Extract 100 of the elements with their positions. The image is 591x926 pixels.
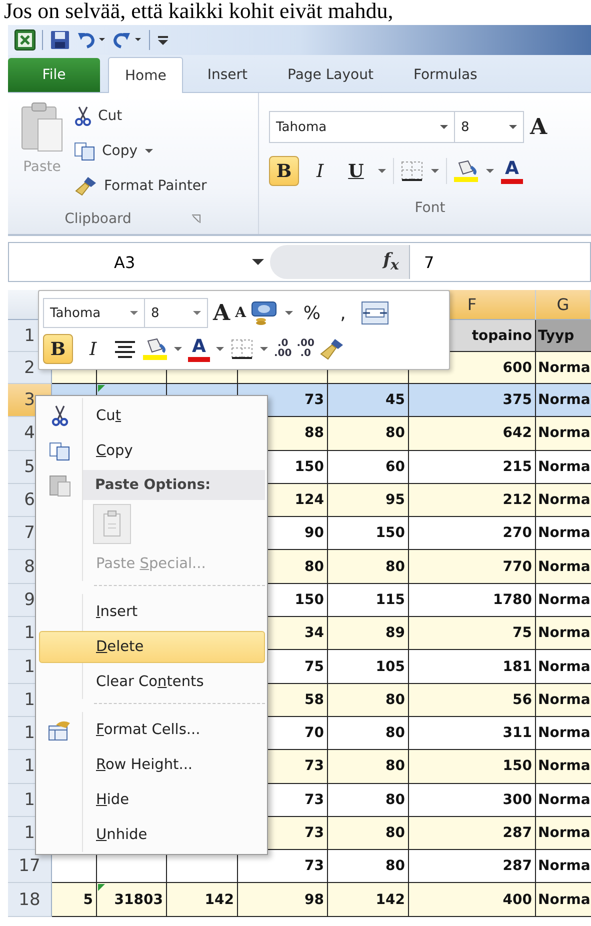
redo-icon[interactable]	[113, 30, 143, 50]
table-cell: 98	[238, 883, 328, 917]
row-header[interactable]: 18	[8, 883, 52, 917]
borders-icon[interactable]	[400, 160, 424, 182]
clipboard-icon	[48, 473, 72, 497]
caret-icon	[440, 124, 448, 130]
table-cell: 80	[328, 550, 409, 584]
ribbon-tab[interactable]: Insert	[191, 58, 264, 92]
font-size-field[interactable]: 8	[144, 298, 208, 328]
decrease-decimal-button[interactable]: .00 .0	[296, 339, 314, 359]
table-cell: 5	[52, 883, 97, 917]
table-cell: Norma	[536, 750, 591, 784]
table-cell: 80	[328, 684, 409, 717]
caret-icon	[509, 124, 517, 130]
table-cell: 80	[328, 417, 409, 451]
column-header[interactable]: G	[536, 290, 591, 320]
bold-button[interactable]: B	[269, 156, 299, 186]
copy-icon	[49, 440, 71, 460]
name-box[interactable]: A3	[9, 252, 270, 272]
format-painter-icon[interactable]	[319, 337, 346, 361]
menu-heading: Paste Options:	[83, 470, 265, 500]
ribbon-tab[interactable]: Page Layout	[272, 58, 390, 92]
table-cell: 73	[238, 850, 328, 884]
table-cell: 115	[328, 584, 409, 618]
caret-icon	[130, 310, 138, 316]
caption-text: Jos on selvää, että kaikki kohit eivät mahdu,	[3, 0, 394, 25]
table-cell: 311	[409, 716, 536, 750]
align-center-icon[interactable]	[113, 339, 137, 359]
font-color-button[interactable]: A	[188, 336, 210, 362]
table-cell: 75	[409, 617, 536, 650]
copy-icon	[74, 141, 96, 161]
bold-button[interactable]: B	[43, 334, 73, 364]
table-cell: 89	[328, 617, 409, 650]
font-size-field[interactable]: 8	[454, 111, 524, 143]
ribbon-tab[interactable]: Home	[108, 57, 184, 93]
clipboard-icon	[102, 510, 122, 538]
menu-item[interactable]: Delete	[39, 630, 265, 662]
table-cell: Norma	[536, 417, 591, 451]
table-cell: Norma	[536, 450, 591, 484]
table-cell: Norma	[536, 484, 591, 518]
percent-button[interactable]: %	[298, 302, 325, 324]
table-cell: 80	[328, 816, 409, 850]
undo-icon[interactable]	[77, 30, 107, 50]
table-cell: 45	[328, 384, 409, 418]
dialog-launcher-icon[interactable]	[191, 214, 202, 224]
table-cell: 287	[409, 816, 536, 850]
underline-button[interactable]: U	[341, 156, 371, 186]
font-color-button[interactable]: A	[501, 158, 523, 184]
insert-function-button[interactable]: f$_{x}$	[383, 250, 399, 274]
font-name-field[interactable]: Tahoma	[43, 298, 145, 328]
table-cell: Norma	[536, 684, 591, 717]
table-cell: 60	[328, 450, 409, 484]
table-cell: 770	[409, 550, 536, 584]
ribbon-tab[interactable]: File	[8, 58, 100, 92]
app-icon[interactable]	[14, 29, 36, 51]
caret-icon	[144, 147, 154, 155]
italic-button[interactable]: I	[78, 334, 108, 364]
save-icon[interactable]	[49, 29, 71, 51]
table-cell: Norma	[536, 550, 591, 584]
italic-button[interactable]: I	[305, 156, 335, 186]
grow-font-button[interactable]: A	[530, 114, 548, 140]
fill-color-icon[interactable]	[453, 159, 479, 183]
table-cell: 150	[409, 750, 536, 784]
shrink-font-button[interactable]: A	[235, 305, 246, 321]
scissors-icon	[74, 106, 92, 126]
table-cell: Norma	[536, 617, 591, 650]
caret-icon[interactable]	[377, 167, 387, 175]
ribbon-tab[interactable]: Formulas	[397, 58, 494, 92]
customize-icon[interactable]	[156, 33, 170, 47]
font-name-field[interactable]: Tahoma	[269, 111, 455, 143]
row-header[interactable]: 17	[8, 850, 52, 884]
caret-icon[interactable]	[284, 309, 294, 317]
format-painter-button[interactable]: Format Painter	[74, 171, 207, 201]
borders-icon[interactable]	[230, 338, 254, 360]
table-cell: Norma	[536, 784, 591, 817]
currency-icon[interactable]	[250, 300, 279, 326]
table-cell: 270	[409, 517, 536, 550]
table-cell: 142	[167, 883, 238, 917]
copy-button[interactable]: Copy	[74, 136, 207, 166]
formula-field[interactable]: 7	[410, 252, 434, 272]
table-cell: Norma	[536, 352, 591, 384]
caret-icon[interactable]	[430, 167, 440, 175]
merge-center-icon[interactable]	[360, 301, 389, 325]
cut-button[interactable]: Cut	[74, 101, 207, 131]
table-cell: Norma	[536, 384, 591, 418]
table-cell: 56	[409, 684, 536, 717]
scissors-icon	[51, 404, 69, 426]
table-cell: 181	[409, 650, 536, 684]
table-cell: 1780	[409, 584, 536, 618]
table-cell: 105	[328, 650, 409, 684]
fill-color-icon[interactable]	[142, 337, 168, 361]
table-cell: Norma	[536, 883, 591, 917]
increase-decimal-button[interactable]: .0 .00	[274, 339, 292, 359]
clipboard-icon	[20, 101, 64, 153]
caret-icon[interactable]	[485, 167, 495, 175]
comma-button[interactable]: ,	[330, 302, 356, 324]
grow-font-button[interactable]: A	[213, 300, 230, 326]
table-cell: 80	[328, 850, 409, 884]
table-cell: 80	[328, 784, 409, 817]
group-label: Clipboard	[64, 211, 132, 227]
